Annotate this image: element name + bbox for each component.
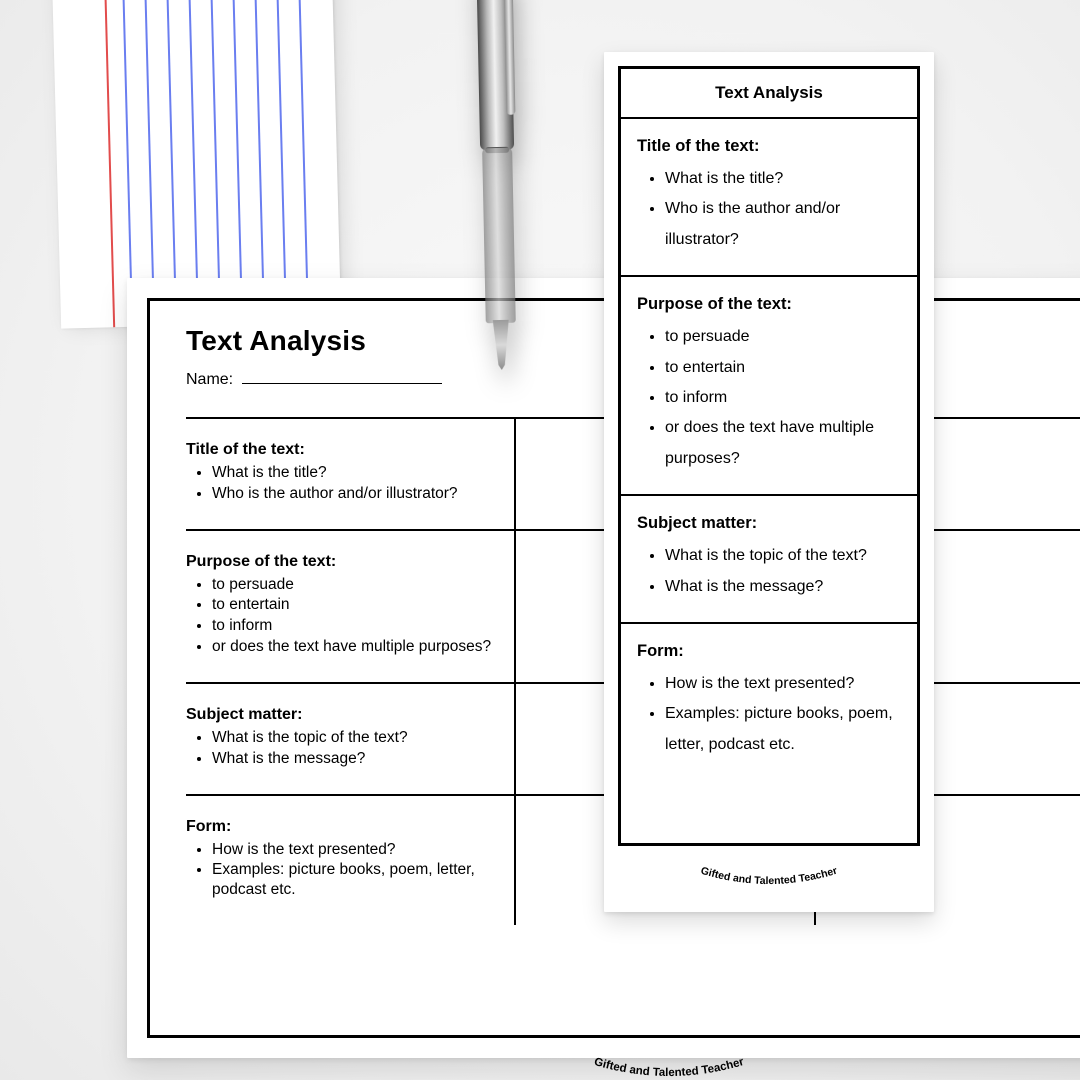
pen-icon [463,0,532,411]
bullet: Who is the author and/or illustrator? [665,194,901,255]
bullet: or does the text have multiple purposes? [212,637,496,657]
brand-footer: Gifted and Talented Teacher [604,857,934,898]
bullet: to entertain [212,595,496,615]
bullet: What is the topic of the text? [665,541,901,571]
worksheet-portrait: Text Analysis Title of the text: What is… [604,52,934,912]
section-heading: Form: [637,642,901,661]
section-heading: Form: [186,818,496,836]
bullet: What is the title? [665,164,901,194]
bullet: What is the title? [212,463,496,483]
bullet: Examples: picture books, poem, letter, p… [212,860,496,900]
brand-footer: Gifted and Talented Teacher [150,1046,1080,1080]
svg-text:Gifted and Talented Teacher: Gifted and Talented Teacher [592,1056,745,1079]
page-title: Text Analysis [621,69,917,119]
bullet: What is the message? [665,572,901,602]
bullet: to entertain [665,353,901,383]
name-label: Name: [186,371,233,388]
section-heading: Subject matter: [637,514,901,533]
bullet: to inform [665,383,901,413]
svg-text:Gifted and Talented Teacher: Gifted and Talented Teacher [699,865,838,887]
bullet: to persuade [212,575,496,595]
bullet: How is the text presented? [665,669,901,699]
section-heading: Purpose of the text: [186,553,496,571]
bullet: to inform [212,616,496,636]
bullet: Who is the author and/or illustrator? [212,484,496,504]
section-heading: Title of the text: [637,137,901,156]
bullet: What is the message? [212,749,496,769]
bullet: Examples: picture books, poem, letter, p… [665,699,901,760]
bullet: What is the topic of the text? [212,728,496,748]
section-heading: Purpose of the text: [637,295,901,314]
bullet: or does the text have multiple purposes? [665,413,901,474]
name-input-line[interactable] [242,383,442,384]
bullet: to persuade [665,322,901,352]
bullet: How is the text presented? [212,840,496,860]
section-heading: Subject matter: [186,706,496,724]
section-heading: Title of the text: [186,441,496,459]
